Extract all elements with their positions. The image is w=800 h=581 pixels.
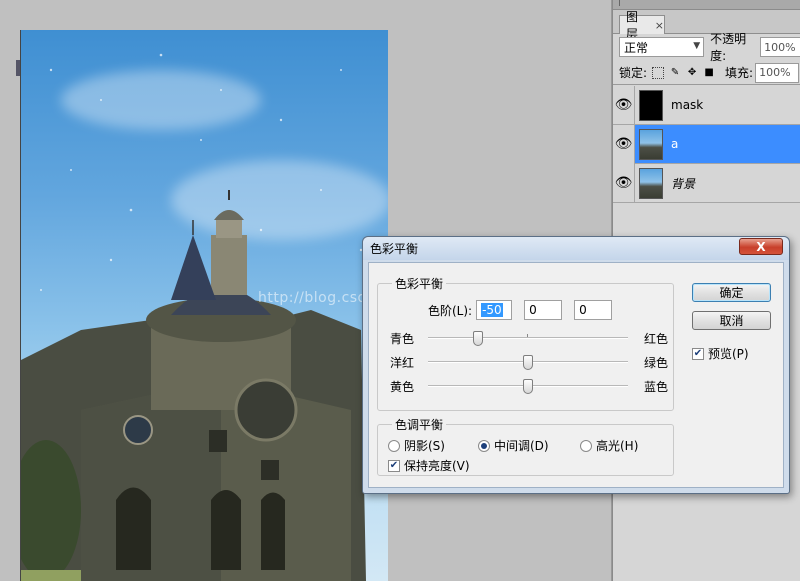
- color-balance-group: 色彩平衡 色阶(L): -50 0 0 青色 红色 洋红 绿色 黄色 蓝色: [377, 275, 674, 411]
- dialog-title: 色彩平衡: [370, 242, 419, 256]
- slider-cyan-red: 青色 红色: [390, 328, 668, 348]
- slider-thumb[interactable]: [523, 355, 533, 370]
- tone-balance-group: 色调平衡 阴影(S) 中间调(D) 高光(H) ✔ 保持亮度(V): [377, 416, 674, 476]
- dialog-titlebar[interactable]: 色彩平衡: [363, 237, 789, 260]
- preserve-luminosity-row[interactable]: ✔ 保持亮度(V): [388, 457, 470, 474]
- preserve-luminosity-checkbox[interactable]: ✔: [388, 459, 400, 472]
- level-magenta-green-input[interactable]: 0: [524, 300, 563, 320]
- radio-label: 高光(H): [596, 439, 639, 453]
- preview-row[interactable]: ✔ 预览(P): [692, 345, 749, 362]
- slider-magenta-green: 洋红 绿色: [390, 352, 668, 372]
- slider-center-tick: [527, 334, 528, 337]
- lock-icon[interactable]: ■: [703, 67, 715, 79]
- slider-left-label: 青色: [390, 332, 415, 346]
- ok-button[interactable]: 确定: [692, 283, 771, 302]
- chevron-down-icon: ▼: [693, 41, 701, 51]
- panel-tabbar: 图层 ×: [613, 10, 800, 41]
- radio-highlights[interactable]: 高光(H): [580, 437, 638, 454]
- level-cyan-red-value: -50: [481, 303, 503, 317]
- slider-right-label: 蓝色: [643, 380, 668, 394]
- slider-right-label: 绿色: [643, 356, 668, 370]
- layer-row-mask[interactable]: 👁 mask: [613, 85, 800, 125]
- eye-icon[interactable]: 👁: [613, 85, 635, 125]
- group-title: 色调平衡: [392, 416, 447, 433]
- blend-row: 正常 ▼ 不透明度: 100%: [613, 32, 800, 63]
- eye-icon[interactable]: 👁: [613, 124, 635, 164]
- color-balance-dialog: 色彩平衡 X 色彩平衡 色阶(L): -50 0 0 青色 红色 洋红 绿色 黄: [362, 236, 790, 494]
- preview-label: 预览(P): [708, 347, 749, 361]
- level-cyan-red-input[interactable]: -50: [476, 300, 513, 320]
- lock-row: 锁定: ✎ ✥ ■ 填充: 100%: [613, 61, 800, 85]
- grip-icon: [619, 0, 620, 6]
- levels-row: 色阶(L): -50 0 0: [428, 300, 624, 320]
- slider-thumb[interactable]: [473, 331, 483, 346]
- layer-thumbnail: [639, 128, 663, 160]
- dialog-body: 色彩平衡 色阶(L): -50 0 0 青色 红色 洋红 绿色 黄色 蓝色 色调…: [368, 262, 784, 488]
- opacity-label: 不透明度:: [710, 32, 747, 63]
- blend-mode-value: 正常: [624, 40, 649, 55]
- fill-input[interactable]: 100%: [755, 62, 800, 83]
- layer-thumbnail: [639, 89, 663, 121]
- move-icon[interactable]: ✥: [686, 67, 698, 79]
- radio-midtones[interactable]: 中间调(D): [478, 437, 549, 454]
- layer-name: a: [671, 137, 679, 151]
- eye-icon[interactable]: 👁: [613, 163, 635, 203]
- lock-transparent-icon[interactable]: [652, 66, 665, 79]
- preserve-luminosity-label: 保持亮度(V): [404, 459, 470, 473]
- slider-track[interactable]: [428, 379, 628, 394]
- close-button[interactable]: X: [739, 238, 783, 255]
- levels-label: 色阶(L):: [428, 303, 473, 318]
- radio-shadows[interactable]: 阴影(S): [388, 437, 445, 454]
- radio-label: 中间调(D): [494, 439, 549, 453]
- lock-label: 锁定:: [619, 66, 648, 80]
- slider-yellow-blue: 黄色 蓝色: [390, 376, 668, 396]
- layer-name: 背景: [671, 176, 696, 191]
- level-yellow-blue-input[interactable]: 0: [574, 300, 613, 320]
- radio-label: 阴影(S): [404, 439, 445, 453]
- preview-checkbox[interactable]: ✔: [692, 347, 704, 360]
- radio-shadows-button[interactable]: [388, 439, 400, 452]
- layer-row-a[interactable]: 👁 a: [613, 124, 800, 164]
- brush-icon[interactable]: ✎: [669, 67, 681, 79]
- tab-layers[interactable]: 图层 ×: [619, 10, 665, 41]
- blend-mode-select[interactable]: 正常 ▼: [619, 37, 705, 57]
- close-icon[interactable]: ×: [655, 19, 664, 32]
- slider-track[interactable]: [428, 355, 628, 370]
- fill-label: 填充:: [725, 66, 754, 80]
- layer-row-background[interactable]: 👁 背景: [613, 163, 800, 203]
- group-title: 色彩平衡: [392, 275, 447, 292]
- slider-left-label: 黄色: [390, 380, 415, 394]
- layer-thumbnail: [639, 167, 663, 199]
- slider-track[interactable]: [428, 331, 628, 346]
- radio-highlights-button[interactable]: [580, 439, 592, 452]
- slider-thumb[interactable]: [523, 379, 533, 394]
- slider-left-label: 洋红: [390, 356, 415, 370]
- layer-name: mask: [671, 98, 704, 112]
- cancel-button[interactable]: 取消: [692, 311, 771, 330]
- slider-right-label: 红色: [643, 332, 668, 346]
- opacity-input[interactable]: 100%: [760, 37, 800, 57]
- radio-midtones-button[interactable]: [478, 439, 490, 452]
